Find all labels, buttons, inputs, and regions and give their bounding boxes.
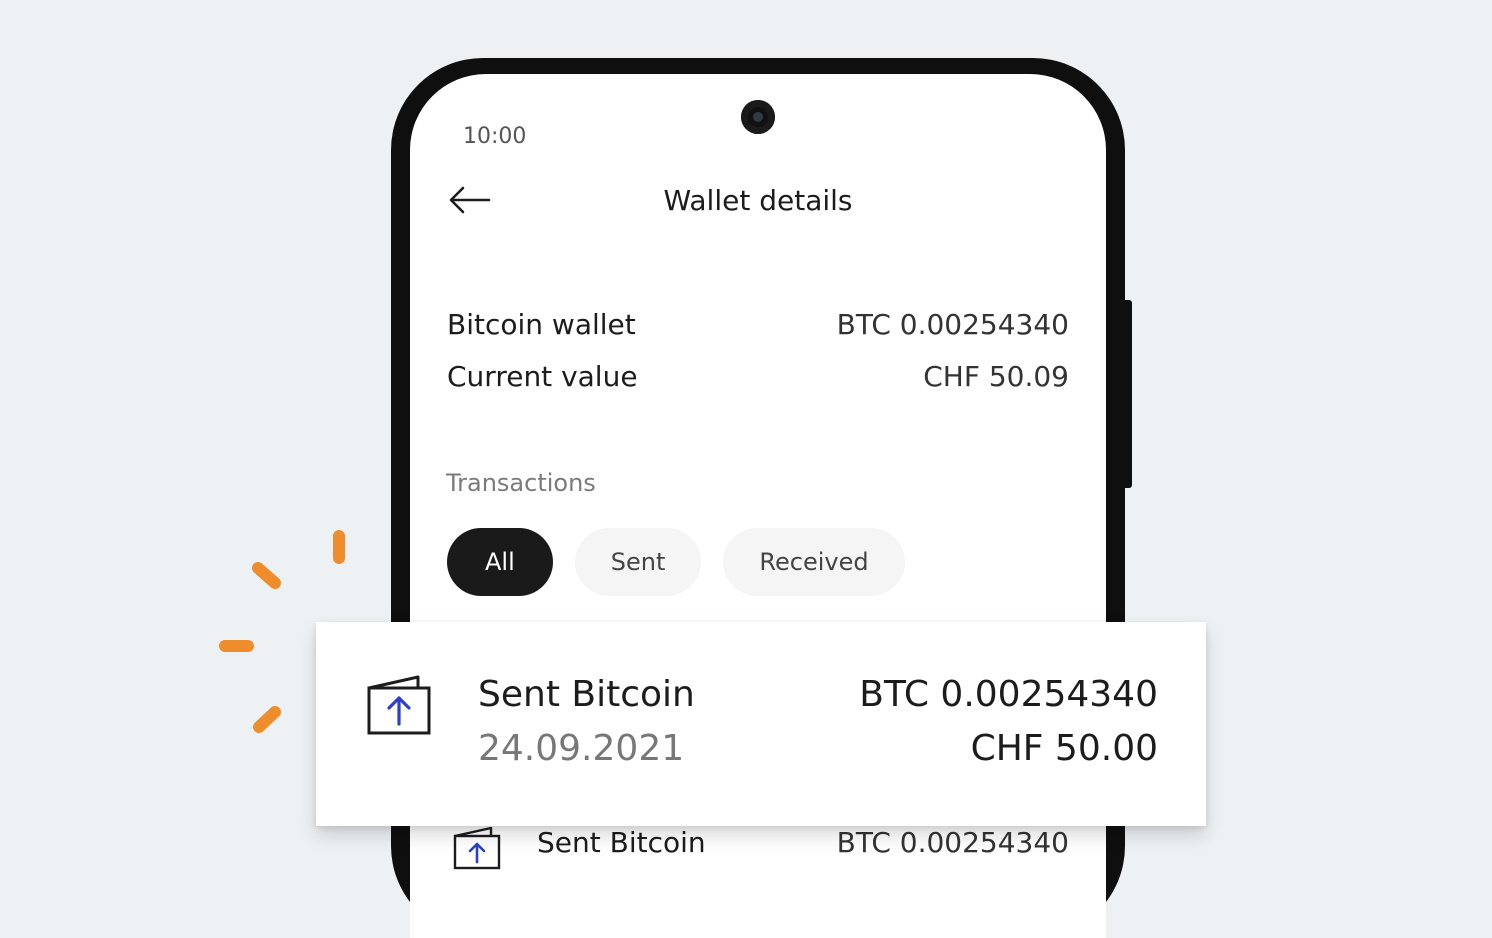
transaction-amount: BTC 0.00254340 [836, 826, 1069, 859]
transaction-title: Sent Bitcoin [478, 674, 695, 715]
filter-chip-sent[interactable]: Sent [574, 528, 702, 596]
wallet-balance-value: BTC 0.00254340 [836, 308, 1069, 341]
transactions-heading: Transactions [446, 469, 596, 497]
wallet-send-icon [367, 675, 431, 735]
transaction-date: 24.09.2021 [478, 728, 685, 769]
wallet-send-icon [453, 826, 501, 870]
status-time: 10:00 [463, 124, 527, 149]
transaction-list-item[interactable]: Sent Bitcoin BTC 0.00254340 [447, 826, 1069, 886]
filter-chip-all[interactable]: All [447, 528, 553, 596]
transaction-title: Sent Bitcoin [537, 826, 706, 859]
transaction-filter-chips: All Sent Received [447, 528, 905, 596]
wallet-balance-row: Bitcoin wallet BTC 0.00254340 [447, 308, 1069, 341]
wallet-name-label: Bitcoin wallet [447, 308, 636, 341]
transaction-amount-btc: BTC 0.00254340 [859, 674, 1158, 715]
camera-icon [741, 100, 775, 134]
phone-side-button [1122, 300, 1132, 488]
current-value-row: Current value CHF 50.09 [447, 360, 1069, 393]
transaction-amount-fiat: CHF 50.00 [970, 728, 1158, 769]
page-title: Wallet details [663, 184, 853, 217]
current-value-label: Current value [447, 360, 638, 393]
highlighted-transaction-card[interactable]: Sent Bitcoin 24.09.2021 BTC 0.00254340 C… [316, 622, 1206, 826]
filter-chip-received[interactable]: Received [723, 528, 905, 596]
current-value-amount: CHF 50.09 [923, 360, 1069, 393]
